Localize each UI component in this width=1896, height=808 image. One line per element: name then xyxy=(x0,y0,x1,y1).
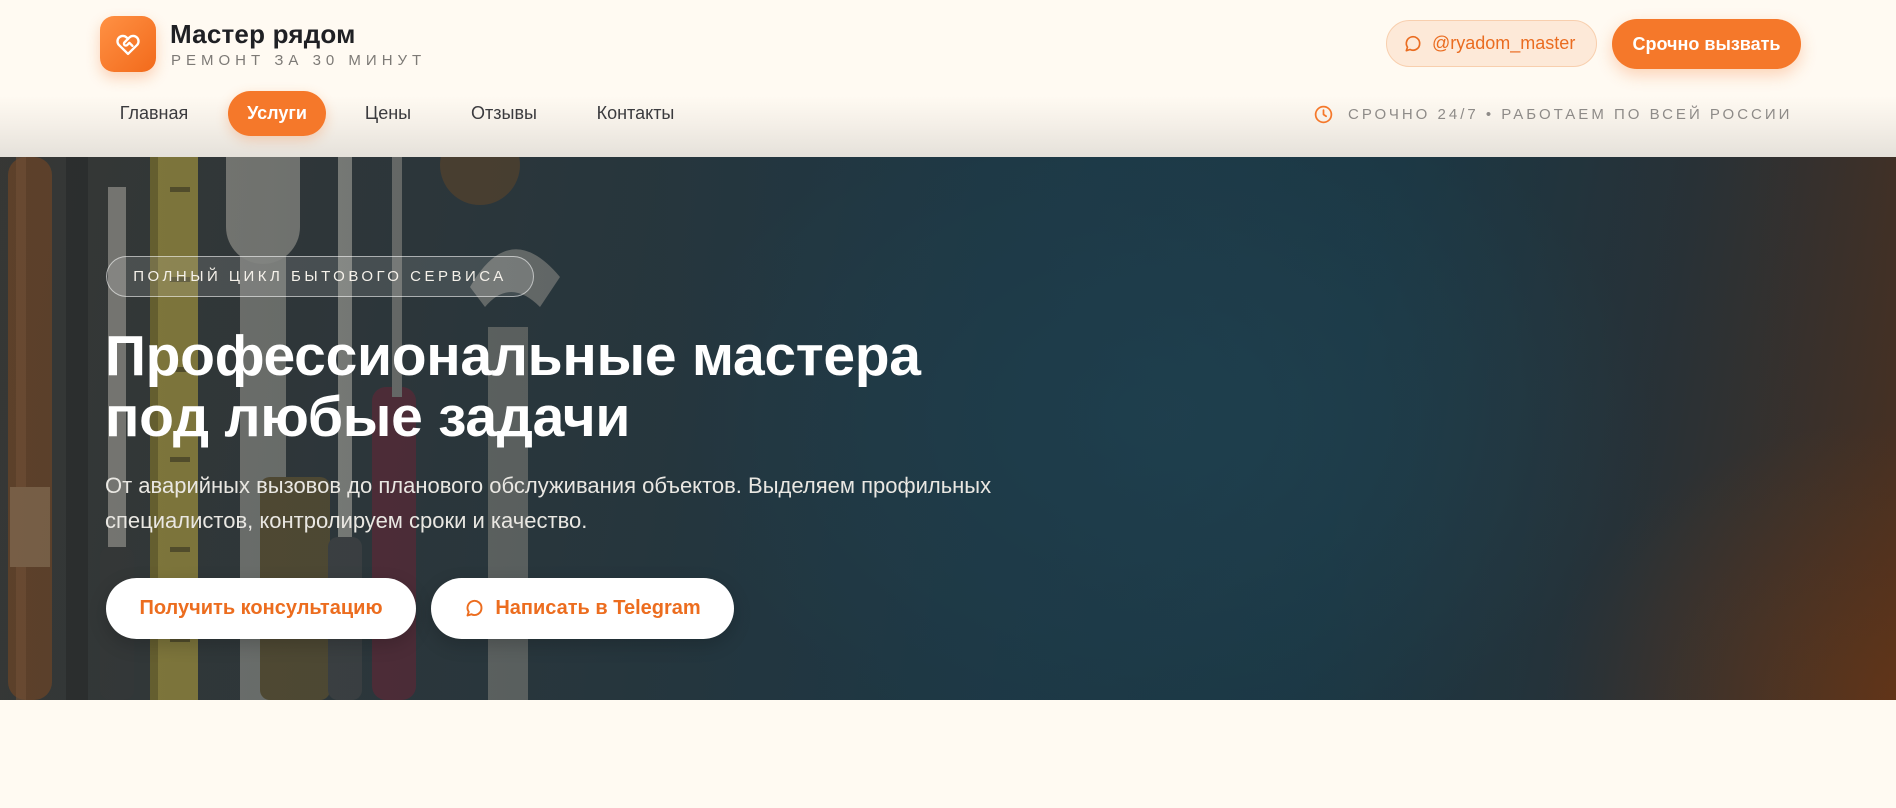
nav-item-reviews[interactable]: Отзывы xyxy=(455,91,553,136)
logo[interactable] xyxy=(100,16,156,72)
hero-subtitle-line-1: От аварийных вызовов до планового обслуж… xyxy=(105,473,992,498)
nav-item-home[interactable]: Главная xyxy=(104,91,204,136)
telegram-button-label: Написать в Telegram xyxy=(495,597,701,619)
brand-tagline: РЕМОНТ ЗА 30 МИНУТ xyxy=(171,52,427,69)
hero-eyebrow-pill: ПОЛНЫЙ ЦИКЛ БЫТОВОГО СЕРВИСА xyxy=(106,256,534,297)
site-header: Мастер рядом РЕМОНТ ЗА 30 МИНУТ @ryadom_… xyxy=(0,0,1896,157)
hero-title-line-1: Профессиональные мастера xyxy=(105,324,921,388)
chat-bubble-icon xyxy=(1405,35,1421,52)
brand-name[interactable]: Мастер рядом xyxy=(170,19,356,50)
telegram-handle: @ryadom_master xyxy=(1432,33,1576,53)
hero-title: Профессиональные мастера под любые задач… xyxy=(105,326,1105,448)
telegram-button[interactable]: Написать в Telegram xyxy=(431,578,734,639)
urgent-call-button[interactable]: Срочно вызвать xyxy=(1612,19,1801,69)
status-text: СРОЧНО 24/7 • РАБОТАЕМ ПО ВСЕЙ РОССИИ xyxy=(1348,105,1793,123)
nav-item-contacts[interactable]: Контакты xyxy=(580,91,691,136)
heart-handshake-icon xyxy=(116,34,140,56)
hero-subtitle: От аварийных вызовов до планового обслуж… xyxy=(105,468,1085,538)
availability-status: СРОЧНО 24/7 • РАБОТАЕМ ПО ВСЕЙ РОССИИ xyxy=(1313,102,1792,126)
chat-bubble-icon xyxy=(466,599,483,617)
consultation-button[interactable]: Получить консультацию xyxy=(106,578,416,639)
nav-item-services[interactable]: Услуги xyxy=(228,91,326,136)
hero-title-line-2: под любые задачи xyxy=(105,385,631,449)
clock-icon xyxy=(1314,105,1333,123)
hero-subtitle-line-2: специалистов, контролируем сроки и качес… xyxy=(105,508,588,533)
nav-item-prices[interactable]: Цены xyxy=(350,91,426,136)
telegram-link[interactable]: @ryadom_master xyxy=(1386,20,1597,67)
hero-section: ПОЛНЫЙ ЦИКЛ БЫТОВОГО СЕРВИСА Профессиона… xyxy=(0,157,1896,700)
